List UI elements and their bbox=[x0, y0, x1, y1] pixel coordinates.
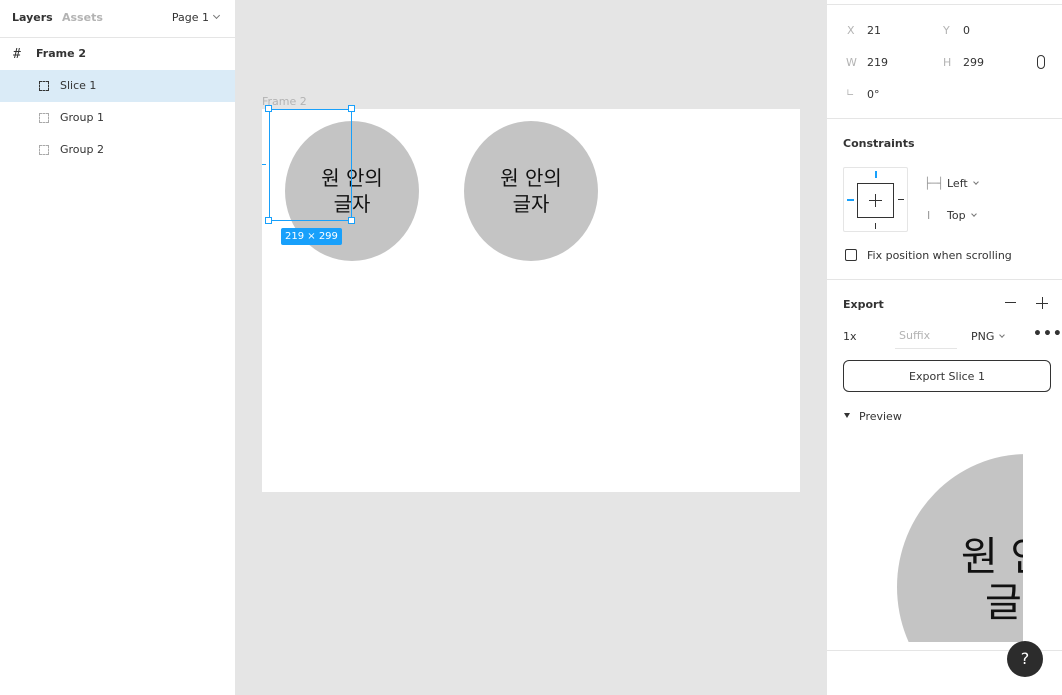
page-name: Page 1 bbox=[171, 11, 209, 24]
layers-panel: Layers Assets Page 1 # Frame 2 Slice 1 G… bbox=[0, 0, 236, 695]
constraint-left[interactable] bbox=[847, 199, 854, 201]
w-field[interactable]: 219 bbox=[867, 56, 888, 69]
chevron-down-icon bbox=[972, 179, 979, 185]
tab-assets[interactable]: Assets bbox=[62, 11, 103, 24]
horizontal-constraint-dropdown[interactable]: Left bbox=[947, 177, 979, 190]
plus-v-icon bbox=[875, 194, 876, 207]
y-field[interactable]: 0 bbox=[963, 24, 970, 37]
layer-label: Group 1 bbox=[60, 111, 104, 124]
chevron-down-icon bbox=[970, 211, 977, 217]
layer-frame-2[interactable]: # Frame 2 bbox=[0, 38, 235, 70]
slice-icon bbox=[39, 81, 49, 91]
export-scale-select[interactable]: 1x bbox=[843, 330, 857, 343]
help-button[interactable]: ? bbox=[1007, 641, 1043, 677]
chevron-down-icon bbox=[212, 11, 221, 20]
fix-position-checkbox[interactable] bbox=[845, 249, 857, 261]
vertical-constraint-value: Top bbox=[947, 209, 966, 222]
constraint-top[interactable] bbox=[875, 171, 877, 178]
resize-handle-bottom-right[interactable] bbox=[348, 217, 355, 224]
h-label: H bbox=[943, 56, 952, 69]
preview-text-line-2: 글 bbox=[985, 580, 1022, 626]
constrain-proportions-icon[interactable] bbox=[1037, 55, 1045, 69]
circle-text: 원 안의 글자 bbox=[500, 165, 562, 217]
guide-mark bbox=[262, 164, 266, 165]
x-label: X bbox=[847, 24, 855, 37]
constraints-title: Constraints bbox=[843, 137, 915, 150]
fix-position-label[interactable]: Fix position when scrolling bbox=[867, 249, 1012, 262]
layer-label: Frame 2 bbox=[36, 47, 87, 60]
group-icon bbox=[39, 113, 49, 123]
export-format-dropdown[interactable]: PNG bbox=[971, 330, 1006, 343]
group-2-circle[interactable]: 원 안의 글자 bbox=[464, 121, 598, 261]
preview-text-line-1: 원 안 bbox=[961, 534, 1023, 580]
group-icon bbox=[39, 145, 49, 155]
layer-label: Slice 1 bbox=[60, 79, 97, 92]
selection-size-badge: 219 × 299 bbox=[281, 228, 342, 245]
preview-text: 원 안 글 bbox=[961, 534, 1023, 626]
layer-label: Group 2 bbox=[60, 143, 104, 156]
h-field[interactable]: 299 bbox=[963, 56, 984, 69]
canvas[interactable]: Frame 2 원 안의 글자 원 안의 글자 219 × 299 bbox=[236, 0, 826, 695]
circle-text-line-1: 원 안의 bbox=[500, 166, 562, 190]
resize-handle-bottom-left[interactable] bbox=[265, 217, 272, 224]
chevron-down-icon bbox=[999, 332, 1006, 338]
resize-handle-top-right[interactable] bbox=[348, 105, 355, 112]
layer-group-2[interactable]: Group 2 bbox=[0, 134, 235, 166]
horizontal-constraint-icon: ├─┤ bbox=[924, 177, 944, 190]
constraint-right[interactable] bbox=[898, 199, 904, 200]
export-slice-button[interactable]: Export Slice 1 bbox=[843, 360, 1051, 392]
preview-toggle[interactable]: Preview bbox=[859, 410, 902, 423]
page-selector[interactable]: Page 1 bbox=[171, 11, 221, 24]
constraint-bottom[interactable] bbox=[875, 223, 876, 229]
vertical-constraint-icon: I bbox=[927, 209, 931, 222]
rotation-field[interactable]: 0° bbox=[867, 88, 880, 101]
vertical-constraint-dropdown[interactable]: Top bbox=[947, 209, 977, 222]
properties-panel: X 21 Y 0 W 219 H 299 ∟ 0° Constraints ├─… bbox=[826, 0, 1062, 695]
hash-icon: # bbox=[13, 47, 21, 62]
circle-text-line-2: 글자 bbox=[512, 192, 550, 216]
panel-tabs: Layers Assets Page 1 bbox=[0, 0, 235, 38]
remove-export-button[interactable] bbox=[1005, 302, 1016, 303]
divider bbox=[827, 4, 1062, 5]
divider bbox=[827, 118, 1062, 119]
x-field[interactable]: 21 bbox=[867, 24, 881, 37]
export-preview: 원 안 글 bbox=[897, 454, 1023, 642]
y-label: Y bbox=[943, 24, 950, 37]
caret-down-icon[interactable] bbox=[844, 413, 850, 418]
export-format-value: PNG bbox=[971, 330, 995, 343]
w-label: W bbox=[846, 56, 857, 69]
add-export-button[interactable] bbox=[1036, 297, 1048, 309]
slice-selection-box[interactable] bbox=[269, 109, 352, 221]
constraint-widget[interactable] bbox=[843, 167, 908, 232]
horizontal-constraint-value: Left bbox=[947, 177, 968, 190]
angle-icon: ∟ bbox=[846, 88, 855, 99]
tab-layers[interactable]: Layers bbox=[12, 11, 53, 24]
suffix-input[interactable] bbox=[895, 323, 957, 349]
more-options-icon[interactable]: ••• bbox=[1033, 326, 1062, 342]
layer-slice-1[interactable]: Slice 1 bbox=[0, 70, 235, 102]
constraint-inner-box bbox=[857, 183, 894, 218]
export-title: Export bbox=[843, 298, 884, 311]
layer-group-1[interactable]: Group 1 bbox=[0, 102, 235, 134]
divider bbox=[827, 279, 1062, 280]
resize-handle-top-left[interactable] bbox=[265, 105, 272, 112]
